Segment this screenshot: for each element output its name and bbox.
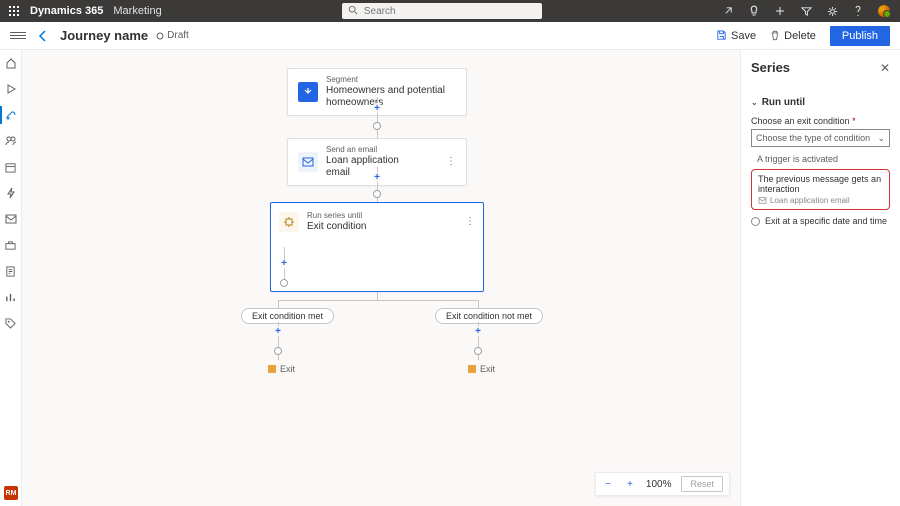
exit-condition-dropdown[interactable]: Choose the type of condition ⌄: [751, 129, 890, 147]
connector-endpoint: [373, 190, 381, 198]
zoom-control: − + 100% Reset: [595, 472, 730, 496]
share-icon[interactable]: [722, 5, 734, 17]
node-more-icon[interactable]: ⋮: [445, 216, 475, 227]
rail-briefcase-icon[interactable]: [4, 238, 18, 252]
rail-email-icon[interactable]: [4, 212, 18, 226]
connector-endpoint: [474, 347, 482, 355]
save-icon: [716, 30, 727, 41]
add-step-button[interactable]: +: [372, 172, 382, 182]
connector: [284, 247, 285, 259]
command-bar: Journey name Draft Save Delete Publish: [0, 22, 900, 50]
header-actions: [722, 5, 890, 17]
option-subtitle: Loan application email: [758, 196, 883, 205]
series-node-sup: Run series until: [307, 211, 366, 221]
exit-label: Exit: [268, 364, 295, 374]
add-step-button[interactable]: +: [273, 326, 283, 336]
chevron-down-icon: ⌄: [751, 98, 758, 107]
back-button[interactable]: [36, 29, 50, 43]
filter-icon[interactable]: [800, 5, 812, 17]
branch-notmet-pill: Exit condition not met: [435, 308, 543, 324]
left-nav-rail: RM: [0, 50, 22, 506]
add-step-button[interactable]: +: [372, 103, 382, 113]
close-icon[interactable]: ✕: [880, 61, 890, 75]
dropdown-option-exit-time[interactable]: Exit at a specific date and time: [751, 216, 890, 226]
publish-button[interactable]: Publish: [830, 26, 890, 46]
segment-node-icon: [298, 82, 318, 102]
search-icon: [348, 5, 358, 15]
exit-label: Exit: [468, 364, 495, 374]
zoom-percent: 100%: [646, 479, 672, 490]
rail-calendar-icon[interactable]: [4, 160, 18, 174]
flag-icon: [468, 365, 476, 373]
exit-condition-label: Choose an exit condition *: [751, 116, 890, 126]
segment-node-main: Homeowners and potential homeowners: [326, 85, 456, 109]
email-icon: [758, 197, 767, 204]
panel-title: Series ✕: [751, 60, 890, 75]
page-title: Journey name: [60, 28, 148, 43]
add-step-button[interactable]: +: [279, 259, 289, 269]
app-launcher-icon[interactable]: [6, 6, 22, 16]
zoom-reset-button[interactable]: Reset: [681, 476, 723, 492]
connector: [377, 292, 378, 300]
connector-endpoint: [280, 279, 288, 287]
series-node-icon: [279, 212, 299, 232]
rail-home-icon[interactable]: [4, 56, 18, 70]
delete-button[interactable]: Delete: [770, 30, 816, 42]
series-node[interactable]: Run series until Exit condition ⋮ +: [270, 202, 484, 292]
rail-chart-icon[interactable]: [4, 290, 18, 304]
connector-endpoint: [274, 347, 282, 355]
user-avatar[interactable]: [878, 5, 890, 17]
segment-node-sup: Segment: [326, 75, 456, 85]
connector-endpoint: [373, 122, 381, 130]
add-icon[interactable]: [774, 5, 786, 17]
rail-form-icon[interactable]: [4, 264, 18, 278]
connector: [278, 300, 478, 301]
add-step-button[interactable]: +: [473, 326, 483, 336]
branch-met-pill: Exit condition met: [241, 308, 334, 324]
radio-icon: [751, 217, 760, 226]
section-toggle-run-until[interactable]: ⌄ Run until: [751, 97, 890, 108]
save-button[interactable]: Save: [716, 30, 756, 42]
draft-icon: [156, 32, 164, 40]
rail-tag-icon[interactable]: [4, 316, 18, 330]
flag-icon: [268, 365, 276, 373]
rail-journey-icon[interactable]: [4, 108, 18, 122]
global-search[interactable]: [342, 3, 542, 19]
rail-segment-icon[interactable]: [4, 134, 18, 148]
chevron-down-icon: ⌄: [877, 133, 885, 144]
rail-lightning-icon[interactable]: [4, 186, 18, 200]
email-node-icon: [298, 152, 318, 172]
brand-name: Dynamics 365: [30, 5, 103, 17]
help-icon[interactable]: [852, 5, 864, 17]
node-more-icon[interactable]: ⋮: [426, 156, 456, 167]
persona-badge[interactable]: RM: [4, 486, 18, 500]
series-node-main: Exit condition: [307, 221, 366, 233]
status-badge: Draft: [156, 30, 189, 41]
zoom-in-button[interactable]: +: [624, 478, 636, 490]
dropdown-option-interaction[interactable]: The previous message gets an interaction…: [751, 169, 890, 210]
module-name: Marketing: [113, 5, 161, 17]
delete-icon: [770, 30, 780, 41]
connector: [284, 269, 285, 279]
option-title: The previous message gets an interaction: [758, 174, 883, 194]
lightbulb-icon[interactable]: [748, 5, 760, 17]
gear-icon[interactable]: [826, 5, 838, 17]
nav-toggle-icon[interactable]: [10, 28, 26, 44]
journey-canvas[interactable]: Segment Homeowners and potential homeown…: [22, 50, 740, 506]
dropdown-option-trigger[interactable]: A trigger is activated: [751, 151, 890, 167]
global-header: Dynamics 365 Marketing: [0, 0, 900, 22]
rail-play-icon[interactable]: [4, 82, 18, 96]
zoom-out-button[interactable]: −: [602, 478, 614, 490]
search-input[interactable]: [342, 3, 542, 19]
email-node-sup: Send an email: [326, 145, 418, 155]
properties-panel: Series ✕ ⌄ Run until Choose an exit cond…: [740, 50, 900, 506]
